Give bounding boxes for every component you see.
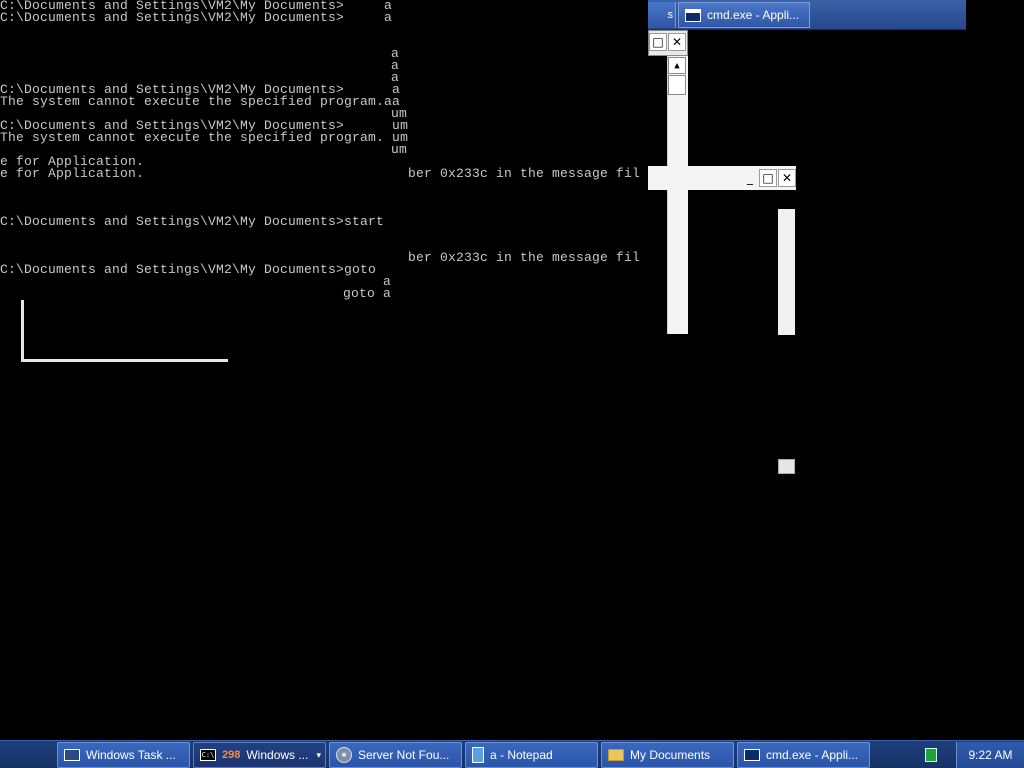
taskbar-button-notepad[interactable]: a - Notepad bbox=[465, 742, 598, 768]
notepad-icon bbox=[472, 747, 484, 763]
console-line: um bbox=[391, 142, 408, 157]
taskbar-button-label: a - Notepad bbox=[490, 748, 553, 762]
console-line: e for Application. bbox=[0, 166, 145, 181]
cmd-window-tab-fragment[interactable]: cmd.exe - Appli... bbox=[678, 2, 810, 28]
battery-icon[interactable] bbox=[925, 748, 937, 762]
vertical-scrollbar[interactable]: ▲ bbox=[667, 56, 688, 334]
cmd-window-icon bbox=[685, 8, 701, 22]
window-fragment bbox=[778, 459, 795, 474]
close-button[interactable]: ✕ bbox=[668, 33, 686, 51]
console-line: C:\Documents and Settings\VM2\My Documen… bbox=[0, 262, 377, 277]
chevron-down-icon: ▾ bbox=[316, 749, 321, 760]
scroll-up-arrow-icon[interactable]: ▲ bbox=[668, 57, 686, 74]
console-line: ber 0x233c in the message fil bbox=[408, 250, 641, 265]
console-line: C:\Documents and Settings\VM2\My Documen… bbox=[0, 10, 393, 25]
window-count-badge: 298 bbox=[222, 749, 241, 761]
monitor-icon bbox=[64, 749, 80, 761]
close-button[interactable]: ✕ bbox=[778, 169, 796, 187]
taskbar-button-label: Windows ... bbox=[246, 748, 309, 762]
taskbar-button-command-prompts[interactable]: C:\ 298 Windows ... ▾ bbox=[193, 742, 326, 768]
console-line: The system cannot execute the specified … bbox=[0, 94, 401, 109]
taskbar-button-label: My Documents bbox=[630, 748, 711, 762]
taskbar-button-my-documents[interactable]: My Documents bbox=[601, 742, 734, 768]
taskbar: Windows Task ... C:\ 298 Windows ... ▾ ✶… bbox=[0, 740, 1024, 768]
taskbar-button-browser[interactable]: ✶ Server Not Fou... bbox=[329, 742, 462, 768]
taskbar-button-label: cmd.exe - Appli... bbox=[766, 748, 859, 762]
cmd-icon: C:\ bbox=[200, 749, 216, 761]
fragment-stub-label: s bbox=[667, 9, 674, 21]
taskbar-clock[interactable]: 9:22 AM bbox=[956, 742, 1024, 768]
maximize-button[interactable]: □ bbox=[649, 33, 667, 51]
console-line: ber 0x233c in the message fil bbox=[408, 166, 641, 181]
globe-icon: ✶ bbox=[336, 747, 352, 763]
scrollbar-track[interactable] bbox=[667, 56, 688, 334]
cmd-window-icon bbox=[744, 749, 760, 761]
folder-icon bbox=[608, 749, 624, 761]
cmd-window-tab-label: cmd.exe - Appli... bbox=[707, 8, 800, 22]
taskbar-button-label: Windows Task ... bbox=[86, 748, 176, 762]
console-line: C:\Documents and Settings\VM2\My Documen… bbox=[0, 214, 385, 229]
console-line: The system cannot execute the specified … bbox=[0, 130, 409, 145]
taskbar-button-task-manager[interactable]: Windows Task ... bbox=[57, 742, 190, 768]
maximize-button[interactable]: □ bbox=[759, 169, 777, 187]
taskbar-button-label: Server Not Fou... bbox=[358, 748, 450, 762]
taskbar-button-cmd-exe[interactable]: cmd.exe - Appli... bbox=[737, 742, 870, 768]
minimize-button[interactable]: _ bbox=[741, 169, 759, 187]
scrollbar-thumb[interactable] bbox=[668, 75, 686, 95]
console-line: goto a bbox=[343, 286, 392, 301]
taskbar-button-fragment[interactable]: s bbox=[648, 2, 676, 28]
system-tray bbox=[916, 742, 946, 768]
window-fragment bbox=[778, 209, 795, 335]
selection-rectangle-fragment bbox=[21, 300, 228, 362]
command-prompt-output: C:\Documents and Settings\VM2\My Documen… bbox=[0, 0, 1024, 740]
